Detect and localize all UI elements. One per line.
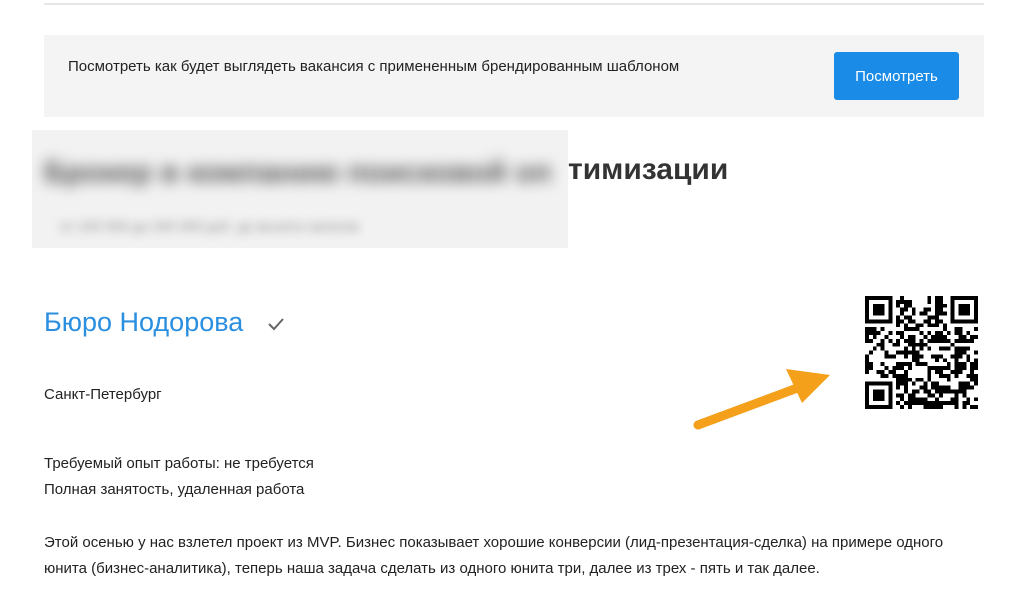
redacted-title-area: Брокер в компанию поисковой оп от 100 00…	[32, 130, 568, 248]
qr-code-icon	[865, 296, 978, 409]
vacancy-city: Санкт-Петербург	[44, 386, 162, 403]
vacancy-conditions: Требуемый опыт работы: не требуется Полн…	[44, 451, 314, 503]
employment-text: Полная занятость, удаленная работа	[44, 481, 305, 498]
branded-template-banner: Посмотреть как будет выглядеть вакансия …	[44, 35, 984, 117]
company-link[interactable]: Бюро Нодорова	[44, 307, 243, 338]
vacancy-description: Этой осенью у нас взлетел проект из MVP.…	[44, 534, 944, 577]
arrow-icon	[693, 369, 830, 430]
experience-text: Требуемый опыт работы: не требуется	[44, 455, 314, 472]
preview-button[interactable]: Посмотреть	[834, 52, 959, 100]
banner-text: Посмотреть как будет выглядеть вакансия …	[68, 58, 680, 75]
vacancy-title: тимизации	[568, 153, 729, 186]
check-icon	[268, 318, 284, 331]
top-divider	[44, 3, 984, 5]
